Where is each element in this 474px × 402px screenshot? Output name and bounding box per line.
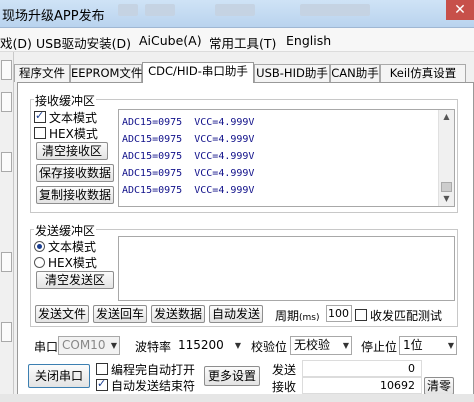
menu-item-usb-driver[interactable]: USB驱动安装(D) <box>36 33 131 52</box>
parity-value: 无校验 <box>294 338 331 352</box>
send-textarea[interactable] <box>118 236 455 301</box>
save-receive-button[interactable]: 保存接收数据 <box>36 164 114 182</box>
port-select[interactable]: COM10 ▼ <box>58 336 120 355</box>
radio-icon <box>34 257 45 268</box>
scroll-up-icon[interactable]: ▲ <box>439 110 454 124</box>
send-group-label: 发送缓冲区 <box>34 222 97 239</box>
auto-open-label: 编程完自动打开 <box>111 363 196 377</box>
receive-hex-mode-checkbox[interactable]: HEX模式 <box>34 125 98 142</box>
tab-cdc-hid-serial[interactable]: CDC/HID-串口助手 <box>142 62 254 83</box>
tab-can[interactable]: CAN助手 <box>330 64 380 82</box>
receive-text-mode-label: 文本模式 <box>49 111 98 125</box>
sent-count-value: 0 <box>302 360 422 377</box>
checkbox-icon <box>96 363 108 375</box>
radio-icon <box>34 241 45 252</box>
left-panel-strip <box>0 52 14 402</box>
stop-bits-select[interactable]: 1位 ▼ <box>399 336 457 355</box>
title-blur <box>145 4 175 16</box>
stop-bits-value: 1位 <box>403 338 423 352</box>
copy-receive-button[interactable]: 复制接收数据 <box>36 186 114 204</box>
menu-bar: 戏(D) USB驱动安装(D) AiCube(A) 常用工具(T) Englis… <box>0 28 474 52</box>
tab-strip: 程序文件 EEPROM文件 CDC/HID-串口助手 USB-HID助手 CAN… <box>14 62 474 83</box>
title-blur <box>300 4 370 16</box>
menu-item-tools[interactable]: 常用工具(T) <box>209 33 276 52</box>
tab-keil-settings[interactable]: Keil仿真设置 <box>380 64 466 82</box>
left-panel-button[interactable] <box>1 252 12 272</box>
stop-bits-label: 停止位 <box>361 340 398 354</box>
port-value: COM10 <box>62 338 106 352</box>
send-text-mode-radio[interactable]: 文本模式 <box>34 238 96 255</box>
send-hex-mode-label: HEX模式 <box>48 256 97 270</box>
chevron-down-icon: ▼ <box>234 341 241 350</box>
receive-scrollbar[interactable]: ▲ ▼ <box>438 110 454 206</box>
auto-end-checkbox[interactable]: 自动发送结束符 <box>96 377 195 394</box>
menu-item-d[interactable]: 戏(D) <box>0 33 32 52</box>
period-label: 周期(ms) <box>275 307 320 324</box>
period-input[interactable]: 100 <box>326 305 352 322</box>
parity-label: 校验位 <box>251 340 288 354</box>
checkbox-icon <box>355 309 367 321</box>
checkbox-icon <box>96 377 108 391</box>
send-hex-mode-radio[interactable]: HEX模式 <box>34 254 97 271</box>
parity-select[interactable]: 无校验 ▼ <box>290 336 352 355</box>
left-panel-button[interactable] <box>1 92 12 112</box>
chevron-down-icon: ▼ <box>342 341 349 350</box>
receive-textarea[interactable]: ADC15=0975 VCC=4.999V ADC15=0975 VCC=4.9… <box>118 109 455 207</box>
checkbox-icon <box>34 109 46 123</box>
sent-count-label: 发送 <box>272 363 297 377</box>
receive-line: ADC15=0975 VCC=4.999V <box>122 168 255 179</box>
send-file-button[interactable]: 发送文件 <box>35 305 89 323</box>
chevron-down-icon: ▼ <box>110 341 117 350</box>
tab-eeprom-file[interactable]: EEPROM文件 <box>70 64 142 82</box>
title-bar: 现场升级APP发布 ✕ <box>0 0 474 28</box>
title-blur <box>118 4 138 16</box>
recv-count-value: 10692 <box>302 377 422 394</box>
baud-select[interactable]: 115200 ▼ <box>174 336 244 355</box>
more-settings-button[interactable]: 更多设置 <box>204 366 260 386</box>
left-panel-button[interactable] <box>1 152 12 172</box>
title-blur <box>215 4 255 16</box>
chevron-down-icon: ▼ <box>447 341 454 350</box>
menu-item-english[interactable]: English <box>286 33 331 48</box>
scroll-thumb[interactable] <box>441 182 452 192</box>
period-unit: (ms) <box>299 313 320 323</box>
tab-program-file[interactable]: 程序文件 <box>14 64 70 82</box>
echo-match-checkbox[interactable]: 收发匹配测试 <box>355 307 442 324</box>
close-icon: ✕ <box>454 2 466 18</box>
baud-label: 波特率 <box>135 340 172 354</box>
clear-send-button[interactable]: 清空发送区 <box>36 271 114 289</box>
window-title: 现场升级APP发布 <box>2 9 105 24</box>
echo-match-label: 收发匹配测试 <box>370 309 443 323</box>
port-label: 串口 <box>34 340 59 354</box>
clear-count-button[interactable]: 清零 <box>424 377 454 395</box>
checkbox-icon <box>34 127 46 139</box>
close-window-button[interactable]: ✕ <box>446 0 474 20</box>
receive-line: ADC15=0975 VCC=4.999V <box>122 185 255 196</box>
clear-receive-button[interactable]: 清空接收区 <box>36 142 108 160</box>
recv-count-label: 接收 <box>272 380 297 394</box>
receive-text-mode-checkbox[interactable]: 文本模式 <box>34 109 97 126</box>
send-text-mode-label: 文本模式 <box>48 240 97 254</box>
receive-line: ADC15=0975 VCC=4.999V <box>122 151 255 162</box>
receive-hex-mode-label: HEX模式 <box>49 127 98 141</box>
tab-usb-hid[interactable]: USB-HID助手 <box>254 64 330 82</box>
bottom-scrollbar[interactable] <box>0 394 474 402</box>
left-panel-button[interactable] <box>1 60 12 80</box>
receive-group-label: 接收缓冲区 <box>34 92 97 109</box>
close-port-button[interactable]: 关闭串口 <box>28 364 90 388</box>
scroll-down-icon[interactable]: ▼ <box>439 192 454 206</box>
left-panel-button[interactable] <box>1 322 12 342</box>
period-label-text: 周期 <box>275 309 300 323</box>
auto-end-label: 自动发送结束符 <box>111 379 196 393</box>
auto-send-button[interactable]: 自动发送 <box>209 305 263 323</box>
send-enter-button[interactable]: 发送回车 <box>93 305 147 323</box>
menu-item-aicube[interactable]: AiCube(A) <box>139 33 202 48</box>
baud-value: 115200 <box>178 338 224 352</box>
receive-line: ADC15=0975 VCC=4.999V <box>122 117 255 128</box>
auto-open-checkbox[interactable]: 编程完自动打开 <box>96 361 195 378</box>
receive-line: ADC15=0975 VCC=4.999V <box>122 134 255 145</box>
send-data-button[interactable]: 发送数据 <box>151 305 205 323</box>
